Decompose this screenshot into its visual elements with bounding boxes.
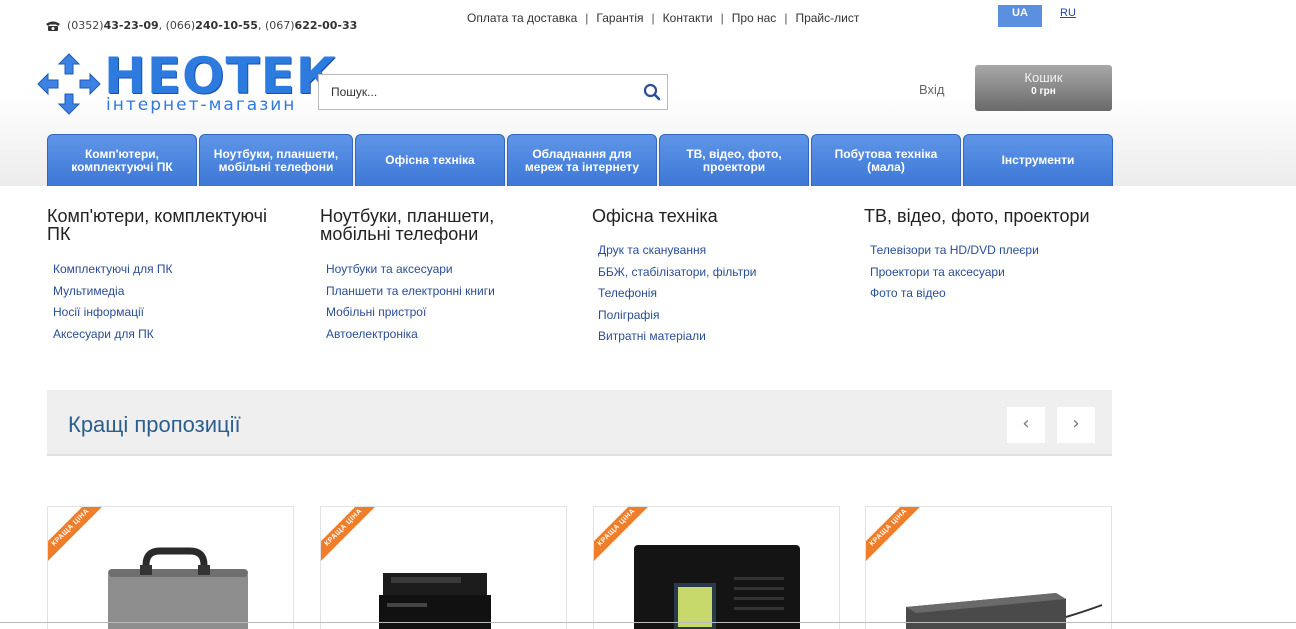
category-link[interactable]: Автоелектроніка [326,324,540,346]
category-title[interactable]: Ноутбуки, планшети, мобільні телефони [320,207,540,243]
voltage-stabilizer-image [634,545,800,629]
category-link[interactable]: Телефонія [598,283,832,305]
product-card-ups[interactable]: КРАЩА ЦІНА [865,506,1112,629]
category-list: Комплектуючі для ПК Мультимедіа Носії ін… [53,259,287,345]
category-list: Телевізори та HD/DVD плеєри Проектори та… [870,240,1134,305]
product-card-stabilizer[interactable]: КРАЩА ЦІНА [593,506,840,629]
search-box [318,74,668,110]
search-icon[interactable] [643,83,661,101]
cart-button[interactable]: Кошик 0 грн [975,65,1112,111]
logo-title: НЕОТЕК [104,47,338,105]
nav-tools[interactable]: Інструменти [963,134,1113,186]
logo[interactable]: НЕОТЕК інтернет-магазин [34,50,337,118]
carousel-next-button[interactable]: › [1057,407,1095,443]
nav-tv-video[interactable]: ТВ, відео, фото, проектори [659,134,809,186]
phone-number-1: 43-23-09 [103,19,159,32]
nav-computers[interactable]: Комп'ютери, комплектуючі ПК [47,134,197,186]
nav-network[interactable]: Обладнання для мереж та інтернету [507,134,657,186]
category-link[interactable]: Поліграфія [598,305,832,327]
phone-number-2: 240-10-55 [195,19,258,32]
category-link[interactable]: Комплектуючі для ПК [53,259,287,281]
top-links: Оплата та доставка | Гарантія | Контакти… [467,11,860,25]
phone-code-1: (0352) [67,19,104,32]
category-office: Офісна техніка Друк та сканування ББЖ, с… [592,207,832,348]
category-link[interactable]: Мультимедіа [53,281,287,303]
link-about[interactable]: Про нас [732,11,777,25]
link-price-list[interactable]: Прайс-лист [795,11,859,25]
category-link[interactable]: ББЖ, стабілізатори, фільтри [598,262,832,284]
product-card-bag[interactable]: КРАЩА ЦІНА [47,506,294,629]
category-laptops: Ноутбуки, планшети, мобільні телефони Но… [320,207,540,345]
category-link[interactable]: Аксесуари для ПК [53,324,287,346]
category-link[interactable]: Фото та відео [870,283,1134,305]
divider [0,622,1296,623]
link-warranty[interactable]: Гарантія [596,11,643,25]
phone-code-3: (067) [264,19,295,32]
phone-code-2: (066) [165,19,196,32]
category-title[interactable]: ТВ, відео, фото, проектори [864,207,1134,225]
link-payment-delivery[interactable]: Оплата та доставка [467,11,577,25]
best-offers-title: Кращі пропозиції [68,412,241,437]
phone-numbers: (0352) 43-23-09, (066) 240-10-55, (067) 622… [45,19,357,32]
category-link[interactable]: Проектори та аксесуари [870,262,1134,284]
category-link[interactable]: Витратні матеріали [598,326,832,348]
cart-title: Кошик [1024,70,1063,85]
lang-ua-button[interactable]: UA [998,5,1042,27]
phone-icon [46,21,60,31]
category-link[interactable]: Планшети та електронні книги [326,281,540,303]
category-link[interactable]: Телевізори та HD/DVD плеєри [870,240,1134,262]
link-contacts[interactable]: Контакти [663,11,713,25]
cart-sum: 0 грн [1031,86,1056,97]
logo-arrows-icon [37,53,101,115]
lang-ru-link[interactable]: RU [1060,7,1076,19]
category-title[interactable]: Комп'ютери, комплектуючі ПК [47,207,287,243]
best-offers-header: Кращі пропозиції ‹ › [47,390,1112,456]
phone-number-3: 622-00-33 [294,19,358,32]
carousel-prev-button[interactable]: ‹ [1007,407,1045,443]
category-list: Друк та сканування ББЖ, стабілізатори, ф… [598,240,832,348]
ups-image [906,593,1103,629]
category-tv: ТВ, відео, фото, проектори Телевізори та… [864,207,1134,305]
printer-image [379,573,491,629]
category-link[interactable]: Друк та сканування [598,240,832,262]
login-link[interactable]: Вхід [919,82,945,97]
logo-subtitle: інтернет-магазин [106,95,297,115]
main-nav: Комп'ютери, комплектуючі ПК Ноутбуки, пл… [47,134,1115,186]
category-computers: Комп'ютери, комплектуючі ПК Комплектуючі… [47,207,287,345]
category-title[interactable]: Офісна техніка [592,207,832,225]
category-link[interactable]: Мобільні пристрої [326,302,540,324]
nav-appliances[interactable]: Побутова техніка (мала) [811,134,961,186]
search-input[interactable] [319,75,629,109]
product-card-printer[interactable]: КРАЩА ЦІНА [320,506,567,629]
nav-office[interactable]: Офісна техніка [355,134,505,186]
category-link[interactable]: Носії інформації [53,302,287,324]
category-link[interactable]: Ноутбуки та аксесуари [326,259,540,281]
category-list: Ноутбуки та аксесуари Планшети та електр… [326,259,540,345]
nav-laptops[interactable]: Ноутбуки, планшети, мобільні телефони [199,134,353,186]
laptop-bag-image [108,547,248,629]
